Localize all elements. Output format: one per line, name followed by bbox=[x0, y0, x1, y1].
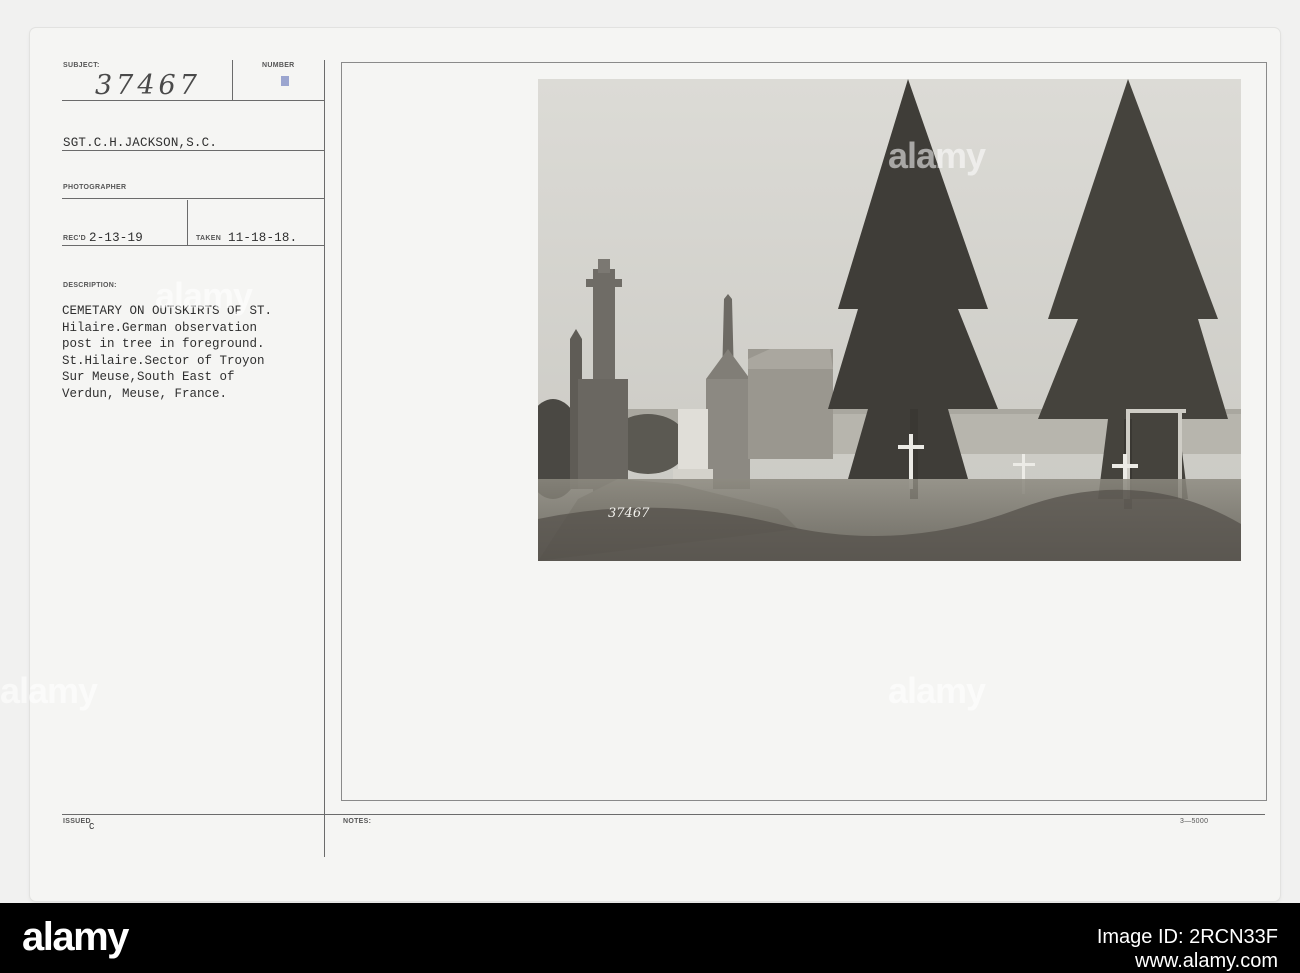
watermark: alamy bbox=[0, 670, 98, 711]
divider bbox=[62, 245, 324, 246]
photographer-name: SGT.C.H.JACKSON,S.C. bbox=[63, 136, 218, 150]
alamy-logo[interactable]: alamy bbox=[22, 911, 129, 961]
divider bbox=[62, 198, 324, 199]
taken-date: 11-18-18. bbox=[228, 231, 298, 245]
description-line: St.Hilaire.Sector of Troyon bbox=[62, 353, 265, 368]
description-line: Verdun, Meuse, France. bbox=[62, 386, 228, 401]
subject-label: SUBJECT: bbox=[63, 62, 100, 69]
plate-number: 37467 bbox=[608, 506, 650, 521]
description-line: Hilaire.German observation bbox=[62, 320, 258, 335]
watermark: alamy bbox=[155, 275, 253, 316]
image-id-block: Image ID: 2RCN33F www.alamy.com bbox=[1097, 925, 1278, 973]
recd-label: REC'D bbox=[63, 235, 86, 242]
watermark: alamy bbox=[888, 135, 986, 176]
description-line: Sur Meuse,South East of bbox=[62, 370, 235, 384]
alamy-logo-text: alamy bbox=[22, 915, 129, 959]
notes-label: NOTES: bbox=[343, 818, 372, 825]
divider bbox=[62, 100, 324, 101]
recd-date: 2-13-19 bbox=[89, 231, 143, 245]
divider bbox=[187, 200, 188, 245]
issued-label: ISSUED bbox=[63, 818, 91, 825]
subject-number: 37467 bbox=[95, 70, 201, 101]
divider bbox=[62, 814, 1265, 815]
divider bbox=[232, 60, 233, 100]
description-line: post in tree in foreground. bbox=[62, 337, 265, 351]
divider bbox=[62, 150, 324, 151]
number-label: NUMBER bbox=[262, 62, 295, 69]
column-divider bbox=[324, 60, 325, 857]
photographer-label: PHOTOGRAPHER bbox=[63, 184, 127, 191]
form-code: 3—5000 bbox=[1180, 818, 1209, 825]
image-id: Image ID: 2RCN33F bbox=[1096, 926, 1278, 948]
watermark: alamy bbox=[888, 670, 986, 711]
site-url[interactable]: www.alamy.com bbox=[1097, 949, 1278, 973]
issued-mark: C bbox=[89, 822, 95, 832]
description-text: CEMETARY ON OUTSKIRTS OF ST. Hilaire.Ger… bbox=[62, 303, 272, 402]
description-label: DESCRIPTION: bbox=[63, 282, 117, 289]
stamp-mark bbox=[281, 76, 289, 86]
taken-label: TAKEN bbox=[196, 235, 222, 242]
